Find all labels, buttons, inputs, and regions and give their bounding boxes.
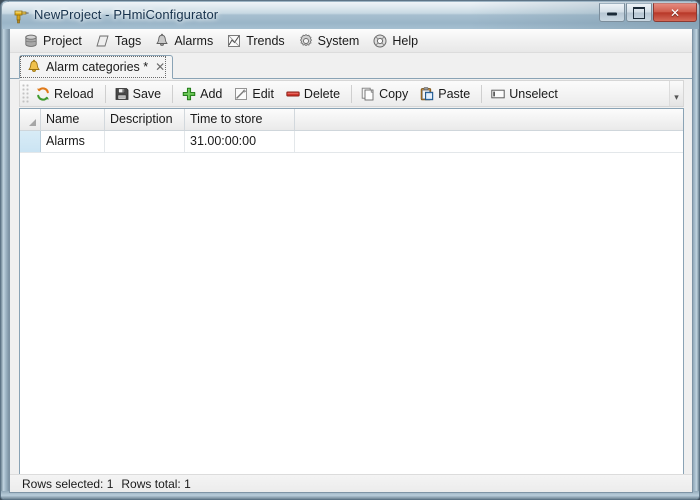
tab-strip: Alarm categories * ✕: [10, 53, 692, 79]
unselect-button[interactable]: Unselect: [486, 82, 565, 106]
toolbar-separator: [104, 84, 106, 103]
lifering-icon: [373, 34, 387, 47]
save-label: Save: [132, 86, 162, 101]
grid-column-header-filler: [295, 109, 683, 130]
grid-select-all-corner[interactable]: [20, 109, 41, 130]
cell-time-to-store[interactable]: 31.00:00:00: [185, 131, 295, 152]
copy-label: Copy: [379, 86, 409, 101]
menu-label-trends: Trends: [246, 33, 285, 48]
window-title: NewProject - PHmiConfigurator: [34, 7, 219, 22]
menu-label-help: Help: [392, 33, 419, 48]
refresh-icon: [37, 86, 49, 101]
grid-column-header-name[interactable]: Name: [41, 109, 105, 130]
minus-red-icon: [286, 91, 300, 96]
database-icon: [25, 34, 37, 47]
chart-icon: [228, 34, 241, 47]
application-window: NewProject - PHmiConfigurator ✕ Project …: [0, 0, 700, 500]
window-frame-left: [1, 1, 9, 499]
chevron-down-icon: ▾: [674, 93, 679, 103]
edit-label: Edit: [252, 86, 274, 101]
toolbar: Reload Save Add Edit Delete Copy Paste U…: [19, 80, 684, 107]
delete-label: Delete: [303, 86, 341, 101]
menu-item-system[interactable]: System: [294, 30, 369, 52]
clipboard-icon: [421, 86, 434, 100]
unselect-label: Unselect: [509, 86, 558, 101]
menu-label-alarms: Alarms: [174, 33, 214, 48]
menu-label-tags: Tags: [114, 33, 142, 48]
title-bar[interactable]: NewProject - PHmiConfigurator ✕: [2, 2, 699, 29]
copy-icon: [361, 87, 374, 100]
plus-icon: [182, 87, 196, 100]
close-icon: ✕: [669, 5, 681, 20]
alarm-categories-grid[interactable]: Name Description Time to store Alarms 31…: [19, 108, 684, 475]
menu-item-project[interactable]: Project: [19, 30, 91, 52]
menu-bar: Project Tags Alarms Trends System Help: [10, 29, 692, 53]
reload-button[interactable]: Reload: [31, 82, 101, 106]
edit-button[interactable]: Edit: [229, 82, 281, 106]
pencil-icon: [235, 87, 248, 100]
toolbar-overflow-button[interactable]: ▾: [669, 81, 683, 106]
gear-icon: [299, 33, 312, 46]
grid-column-header-time-to-store[interactable]: Time to store: [185, 109, 295, 130]
client-area: Project Tags Alarms Trends System Help A…: [9, 29, 693, 493]
toolbar-grip-handle[interactable]: [22, 84, 29, 103]
add-label: Add: [200, 86, 223, 101]
cell-description[interactable]: [105, 131, 185, 152]
grid-empty-area[interactable]: [20, 153, 683, 474]
copy-button[interactable]: Copy: [356, 82, 415, 106]
menu-label-project: Project: [43, 33, 82, 48]
add-button[interactable]: Add: [177, 82, 229, 106]
tab-close-icon[interactable]: ✕: [155, 60, 165, 74]
menu-item-tags[interactable]: Tags: [91, 30, 150, 52]
restore-button[interactable]: [626, 3, 652, 22]
cell-name[interactable]: Alarms: [41, 131, 105, 152]
status-rows-selected: Rows selected: 1: [22, 476, 114, 491]
menu-label-system: System: [317, 33, 360, 48]
unselect-icon: [491, 89, 505, 98]
toolbar-separator: [351, 84, 353, 103]
bell-icon: [156, 33, 168, 46]
cell-filler: [295, 131, 683, 152]
menu-item-trends[interactable]: Trends: [222, 30, 293, 52]
close-button[interactable]: ✕: [653, 3, 697, 22]
toolbar-separator: [172, 84, 174, 103]
triangle-icon: [29, 119, 36, 126]
toolbar-separator: [481, 84, 483, 103]
minimize-button[interactable]: [599, 3, 625, 22]
tab-label: Alarm categories *: [46, 60, 149, 74]
window-controls: ✕: [598, 3, 697, 22]
status-rows-total: Rows total: 1: [121, 476, 191, 491]
paste-button[interactable]: Paste: [415, 82, 477, 106]
minimize-icon: [607, 12, 617, 16]
save-button[interactable]: Save: [110, 82, 169, 106]
grid-header-row: Name Description Time to store: [20, 109, 683, 131]
menu-item-help[interactable]: Help: [368, 30, 427, 52]
bell-icon: [28, 59, 40, 73]
paste-label: Paste: [438, 86, 471, 101]
menu-item-alarms[interactable]: Alarms: [150, 30, 222, 52]
grid-column-header-description[interactable]: Description: [105, 109, 185, 130]
delete-button[interactable]: Delete: [281, 82, 347, 106]
table-row[interactable]: Alarms 31.00:00:00: [20, 131, 683, 153]
reload-label: Reload: [54, 86, 94, 101]
floppy-disk-icon: [115, 87, 129, 100]
restore-icon: [633, 6, 645, 19]
tab-alarm-categories[interactable]: Alarm categories * ✕: [19, 55, 174, 79]
status-bar: Rows selected: 1 Rows total: 1: [10, 474, 692, 492]
tag-icon: [96, 35, 109, 46]
drill-icon: [14, 10, 29, 24]
row-selector-cell[interactable]: [20, 131, 41, 152]
